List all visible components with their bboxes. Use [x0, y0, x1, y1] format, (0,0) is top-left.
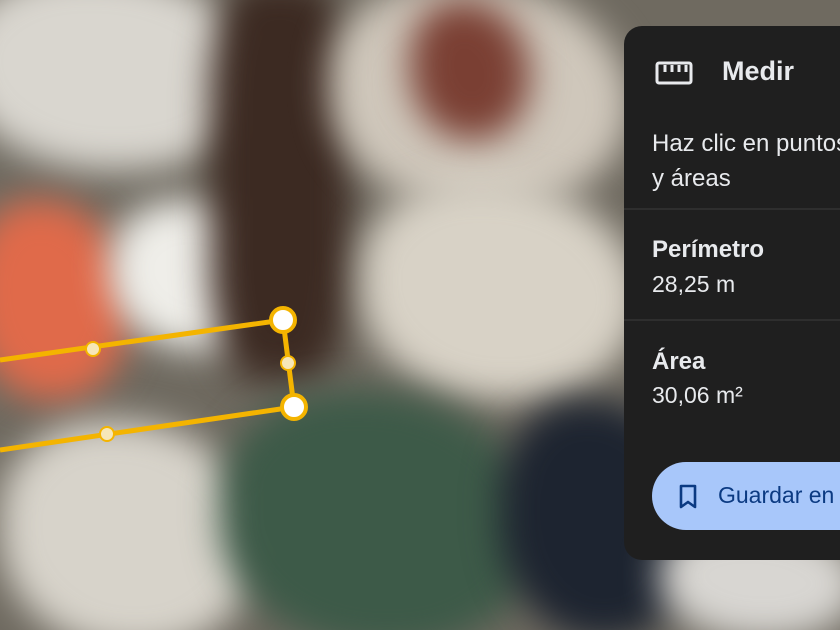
panel-header: Medir — [624, 26, 840, 122]
midpoint-handle[interactable] — [85, 341, 101, 357]
measured-area-outline — [0, 317, 297, 453]
midpoint-handle[interactable] — [280, 355, 296, 371]
bookmark-icon — [679, 484, 697, 509]
vertex-handle[interactable] — [269, 306, 297, 334]
vertex-handle[interactable] — [280, 393, 308, 421]
save-button[interactable]: Guardar en — [652, 462, 840, 530]
area-value: 30,06 m² — [652, 382, 743, 408]
save-button-label: Guardar en — [718, 482, 835, 508]
midpoint-handle[interactable] — [99, 426, 115, 442]
divider — [624, 208, 840, 210]
measure-panel: Medir Haz clic en puntos y áreas Perímet… — [624, 26, 840, 560]
area-label: Área — [652, 348, 706, 375]
panel-description: Haz clic en puntos y áreas — [652, 126, 840, 196]
description-line: Haz clic en puntos — [652, 130, 840, 157]
panel-title: Medir — [722, 56, 795, 86]
ruler-icon — [655, 61, 693, 85]
description-line: y áreas — [652, 165, 731, 192]
perimeter-value: 28,25 m — [652, 271, 736, 297]
divider — [624, 319, 840, 321]
perimeter-label: Perímetro — [652, 236, 765, 263]
